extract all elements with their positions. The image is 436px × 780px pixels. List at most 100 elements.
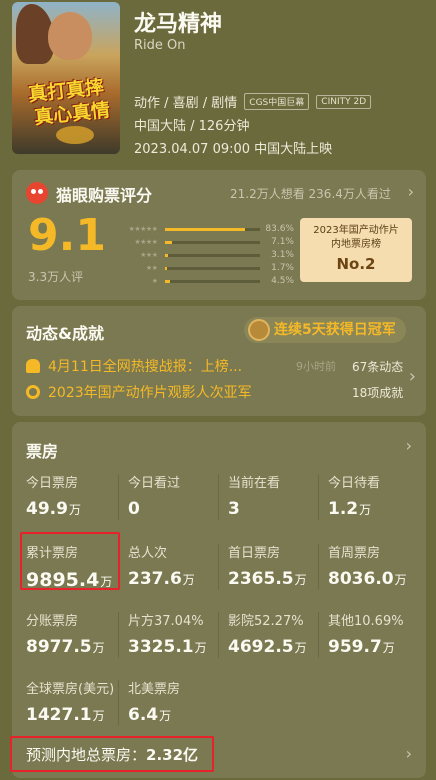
stat-number: 1.2	[328, 499, 359, 519]
distribution-row: ★★★★ 7.1%	[112, 236, 294, 248]
boxoffice-stat: 首日票房 2365.5万	[228, 542, 328, 589]
boxoffice-stat: 总人次 237.6万	[128, 542, 228, 589]
distribution-row: ★★ 1.7%	[112, 262, 294, 274]
stat-number: 3	[228, 499, 240, 519]
boxoffice-stat: 片方37.04% 3325.1万	[128, 610, 228, 657]
stat-label: 片方37.04%	[128, 614, 204, 629]
champion-badge[interactable]: 连续5天获得日冠军	[244, 317, 406, 343]
movie-genres-row: 动作 / 喜剧 / 剧情 CGS中国巨幕 CINITY 2D	[134, 92, 372, 111]
stat-value: 1.2万	[328, 499, 428, 519]
activity-time: 9小时前	[296, 360, 336, 373]
movie-genres: 动作 / 喜剧 / 剧情	[134, 96, 238, 111]
stat-unit: 万	[92, 709, 105, 723]
movie-title: 龙马精神	[134, 12, 223, 37]
column-divider	[318, 544, 319, 590]
bell-icon	[26, 359, 40, 373]
distribution-percent: 1.7%	[271, 263, 294, 273]
star-icons: ★★★★	[134, 238, 158, 246]
stat-value: 959.7万	[328, 637, 428, 657]
chevron-right-icon[interactable]: ›	[406, 744, 412, 763]
stat-number: 8977.5	[26, 637, 92, 657]
boxoffice-stat: 分账票房 8977.5万	[26, 610, 126, 657]
stat-value: 8036.0万	[328, 569, 428, 589]
activity-item[interactable]: 4月11日全网热搜战报：上榜...	[26, 356, 242, 376]
rating-count: 3.3万人评	[28, 270, 84, 284]
ranking-badge[interactable]: 2023年国产动作片 内地票房榜 No.2	[300, 218, 412, 282]
stat-unit: 万	[194, 641, 207, 655]
achievement-icon	[26, 385, 40, 399]
boxoffice-stat: 今日票房 49.9万	[26, 472, 126, 519]
star-icons: ★★★	[140, 251, 158, 259]
achievement-item[interactable]: 2023年国产动作片观影人次亚军	[26, 382, 252, 402]
poster-logo	[56, 126, 94, 144]
distribution-bar-fill	[165, 253, 169, 257]
boxoffice-stat: 今日看过 0	[128, 472, 228, 519]
boxoffice-stat: 其他10.69% 959.7万	[328, 610, 428, 657]
column-divider	[218, 474, 219, 520]
stat-unit: 万	[294, 641, 307, 655]
boxoffice-stat: 北美票房 6.4万	[128, 678, 228, 725]
stat-value: 6.4万	[128, 705, 228, 725]
stat-value: 1427.1万	[26, 705, 126, 725]
activity-card[interactable]: 动态&成就 连续5天获得日冠军 4月11日全网热搜战报：上榜... 9小时前 6…	[12, 306, 426, 416]
stat-number: 4692.5	[228, 637, 294, 657]
chevron-right-icon[interactable]: ›	[406, 436, 412, 455]
boxoffice-stat: 全球票房(美元) 1427.1万	[26, 678, 126, 725]
stat-number: 959.7	[328, 637, 382, 657]
distribution-bar	[165, 227, 261, 231]
stat-label: 分账票房	[26, 614, 79, 629]
poster-face-graphic	[48, 12, 92, 60]
ranking-line2: 内地票房榜	[331, 239, 381, 250]
stat-label: 首日票房	[228, 546, 281, 561]
format-badge: CGS中国巨幕	[244, 93, 310, 110]
column-divider	[218, 544, 219, 590]
highlight-box	[10, 736, 214, 772]
movie-english-title: Ride On	[134, 38, 186, 53]
distribution-bar-fill	[165, 266, 168, 270]
distribution-bar	[165, 266, 261, 270]
chevron-right-icon[interactable]: ›	[408, 182, 414, 201]
stat-label: 北美票房	[128, 682, 181, 697]
boxoffice-stat: 影院52.27% 4692.5万	[228, 610, 328, 657]
distribution-bar-fill	[165, 227, 245, 231]
star-icons: ★	[151, 277, 158, 285]
boxoffice-card[interactable]: 票房 › 预测内地总票房：2.32亿 › 今日票房 49.9万 今日看过 0 当前在看 3…	[10, 422, 428, 778]
activity-title: 动态&成就	[26, 324, 104, 343]
rating-card[interactable]: 猫眼购票评分 21.2万人想看 236.4万人看过 › 9.1 3.3万人评 ★…	[12, 170, 426, 300]
movie-region-duration: 中国大陆 / 126分钟	[134, 119, 250, 134]
distribution-percent: 4.5%	[271, 276, 294, 286]
chevron-right-icon[interactable]: ›	[409, 366, 416, 387]
distribution-bar	[165, 279, 261, 283]
stat-value: 49.9万	[26, 499, 126, 519]
stat-value: 4692.5万	[228, 637, 328, 657]
distribution-percent: 7.1%	[271, 237, 294, 247]
ranking-line1: 2023年国产动作片	[313, 225, 399, 236]
stat-number: 3325.1	[128, 637, 194, 657]
column-divider	[318, 612, 319, 658]
stat-number: 0	[128, 499, 140, 519]
ranking-value: No.2	[336, 255, 376, 273]
column-divider	[118, 474, 119, 520]
maoyan-cat-icon	[26, 182, 48, 204]
want-watch-count: 21.2万人想看 236.4万人看过	[230, 187, 391, 201]
medal-icon	[248, 319, 270, 341]
distribution-row: ★★★★★ 83.6%	[112, 223, 294, 235]
column-divider	[118, 680, 119, 726]
achievement-count[interactable]: 18项成就	[352, 384, 403, 401]
stat-unit: 万	[294, 573, 307, 587]
stat-label: 今日票房	[26, 476, 79, 491]
boxoffice-stat: 今日待看 1.2万	[328, 472, 428, 519]
stat-value: 237.6万	[128, 569, 228, 589]
movie-poster[interactable]: 真打真摔 真心真情	[12, 2, 120, 154]
rating-score: 9.1	[28, 210, 106, 261]
stat-value: 2365.5万	[228, 569, 328, 589]
stat-label: 当前在看	[228, 476, 281, 491]
stat-number: 2365.5	[228, 569, 294, 589]
distribution-row: ★ 4.5%	[112, 275, 294, 287]
column-divider	[318, 474, 319, 520]
stat-unit: 万	[159, 709, 172, 723]
format-badge: CINITY 2D	[316, 94, 372, 109]
stat-unit: 万	[92, 641, 105, 655]
column-divider	[118, 612, 119, 658]
dynamics-count[interactable]: 67条动态	[352, 358, 403, 375]
